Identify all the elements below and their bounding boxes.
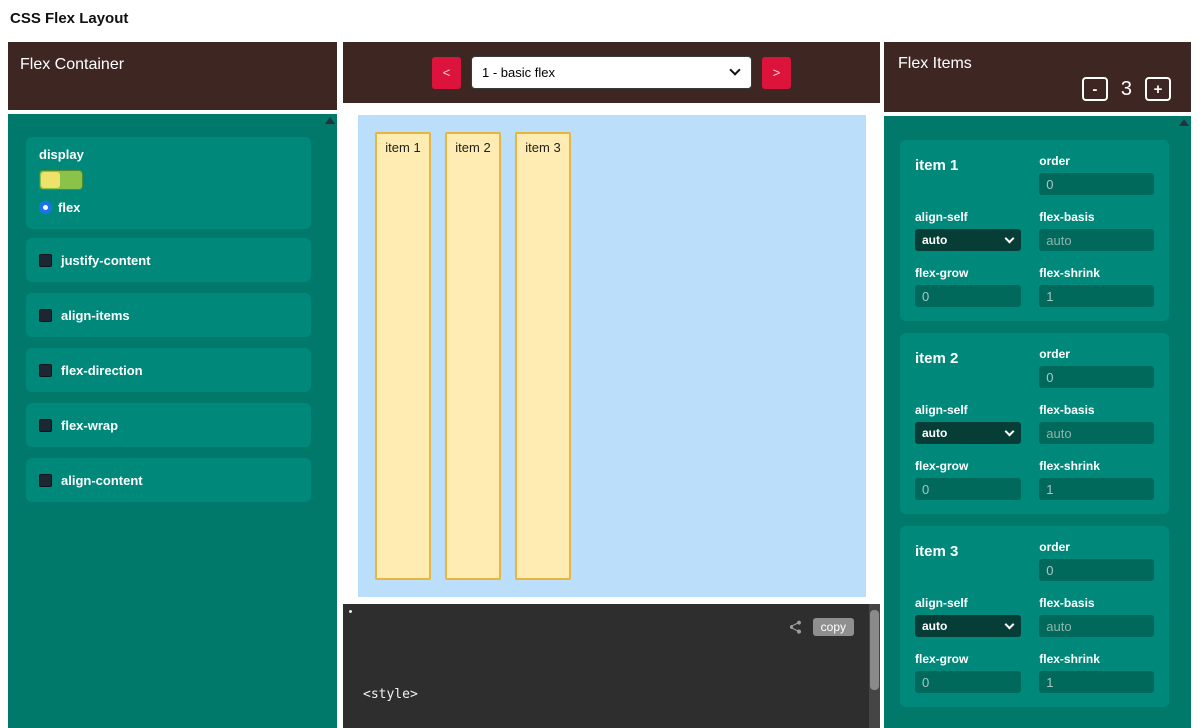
flex-shrink-input[interactable] [1039,478,1154,500]
align-self-label: align-self [915,210,1021,224]
align-self-select-wrap: auto [915,422,1021,444]
flex-container-body: display flex justify-content align-items… [8,114,337,728]
add-item-button[interactable]: + [1145,77,1171,101]
order-label: order [1039,540,1154,554]
item-card-title: item 1 [915,154,1021,195]
page-title: CSS Flex Layout [10,10,128,27]
item-card-title: item 3 [915,540,1021,581]
checkbox-icon[interactable] [39,474,52,487]
item-card-1: item 1 order align-self auto flex-basis [900,140,1169,321]
flex-demo-item: item 2 [445,132,501,580]
flex-container-title: Flex Container [20,56,124,73]
prop-label: align-items [61,308,130,323]
order-label: order [1039,154,1154,168]
prop-label: flex-wrap [61,418,118,433]
code-toolbar: copy [787,618,854,636]
prop-card-align-items[interactable]: align-items [26,293,311,337]
flex-shrink-input[interactable] [1039,285,1154,307]
flex-container-panel: Flex Container display flex justify-cont… [8,42,337,728]
display-flex-radio-label: flex [58,200,80,215]
align-self-select[interactable]: auto [915,229,1021,251]
flex-container-header: Flex Container [8,42,337,110]
preview-panel: < 1 - basic flex > item 1 item 2 item 3 … [343,42,880,728]
align-self-select[interactable]: auto [915,422,1021,444]
example-select[interactable]: 1 - basic flex [471,56,752,89]
display-card: display flex [26,137,311,229]
scroll-up-icon[interactable] [325,117,335,124]
flex-items-header: Flex Items - 3 + [884,42,1191,112]
item-card-title: item 2 [915,347,1021,388]
order-input[interactable] [1039,173,1154,195]
code-dot [349,610,352,613]
item-card-3: item 3 order align-self auto flex-basis [900,526,1169,707]
display-label: display [39,147,298,162]
flex-basis-input[interactable] [1039,422,1154,444]
prop-card-align-content[interactable]: align-content [26,458,311,502]
order-label: order [1039,347,1154,361]
flex-basis-label: flex-basis [1039,210,1154,224]
flex-demo-container: item 1 item 2 item 3 [358,115,866,597]
flex-demo-item: item 1 [375,132,431,580]
flex-grow-label: flex-grow [915,652,1021,666]
flex-grow-label: flex-grow [915,459,1021,473]
display-flex-radio-row[interactable]: flex [39,200,298,215]
flex-grow-label: flex-grow [915,266,1021,280]
checkbox-icon[interactable] [39,309,52,322]
flex-basis-label: flex-basis [1039,403,1154,417]
code-line: <style> [363,685,880,704]
flex-grow-input[interactable] [915,671,1021,693]
align-self-select-wrap: auto [915,615,1021,637]
checkbox-icon[interactable] [39,254,52,267]
prop-label: flex-direction [61,363,143,378]
prop-card-flex-wrap[interactable]: flex-wrap [26,403,311,447]
flex-basis-input[interactable] [1039,615,1154,637]
flex-items-panel: Flex Items - 3 + item 1 order align-self… [884,42,1191,728]
prop-card-justify-content[interactable]: justify-content [26,238,311,282]
flex-items-body: item 1 order align-self auto flex-basis [884,116,1191,728]
copy-button[interactable]: copy [813,618,854,636]
align-self-select[interactable]: auto [915,615,1021,637]
flex-shrink-label: flex-shrink [1039,652,1154,666]
code-block: <style> .flex-container { display: flex; [363,647,880,728]
flex-items-title: Flex Items [898,55,972,72]
code-panel: copy <style> .flex-container { display: … [343,604,880,728]
flex-basis-label: flex-basis [1039,596,1154,610]
prev-example-button[interactable]: < [432,57,461,89]
prop-label: align-content [61,473,143,488]
next-example-button[interactable]: > [762,57,791,89]
order-input[interactable] [1039,559,1154,581]
share-icon[interactable] [787,619,803,635]
flex-demo-item: item 3 [515,132,571,580]
code-scrollbar[interactable] [869,604,880,728]
scroll-up-icon[interactable] [1179,119,1189,126]
item-card-2: item 2 order align-self auto flex-basis [900,333,1169,514]
flex-grow-input[interactable] [915,285,1021,307]
flex-shrink-label: flex-shrink [1039,459,1154,473]
display-toggle[interactable] [39,170,83,190]
checkbox-icon[interactable] [39,364,52,377]
code-scrollbar-thumb[interactable] [870,610,879,690]
flex-shrink-label: flex-shrink [1039,266,1154,280]
example-toolbar: < 1 - basic flex > [343,42,880,103]
item-count-controls: - 3 + [1082,77,1171,101]
radio-selected-icon[interactable] [39,201,52,214]
toggle-knob-icon [41,172,60,188]
checkbox-icon[interactable] [39,419,52,432]
prop-label: justify-content [61,253,151,268]
example-select-wrap: 1 - basic flex [471,56,752,89]
align-self-label: align-self [915,403,1021,417]
flex-grow-input[interactable] [915,478,1021,500]
order-input[interactable] [1039,366,1154,388]
flex-basis-input[interactable] [1039,229,1154,251]
align-self-label: align-self [915,596,1021,610]
prop-card-flex-direction[interactable]: flex-direction [26,348,311,392]
flex-shrink-input[interactable] [1039,671,1154,693]
align-self-select-wrap: auto [915,229,1021,251]
remove-item-button[interactable]: - [1082,77,1108,101]
item-count: 3 [1121,78,1132,101]
